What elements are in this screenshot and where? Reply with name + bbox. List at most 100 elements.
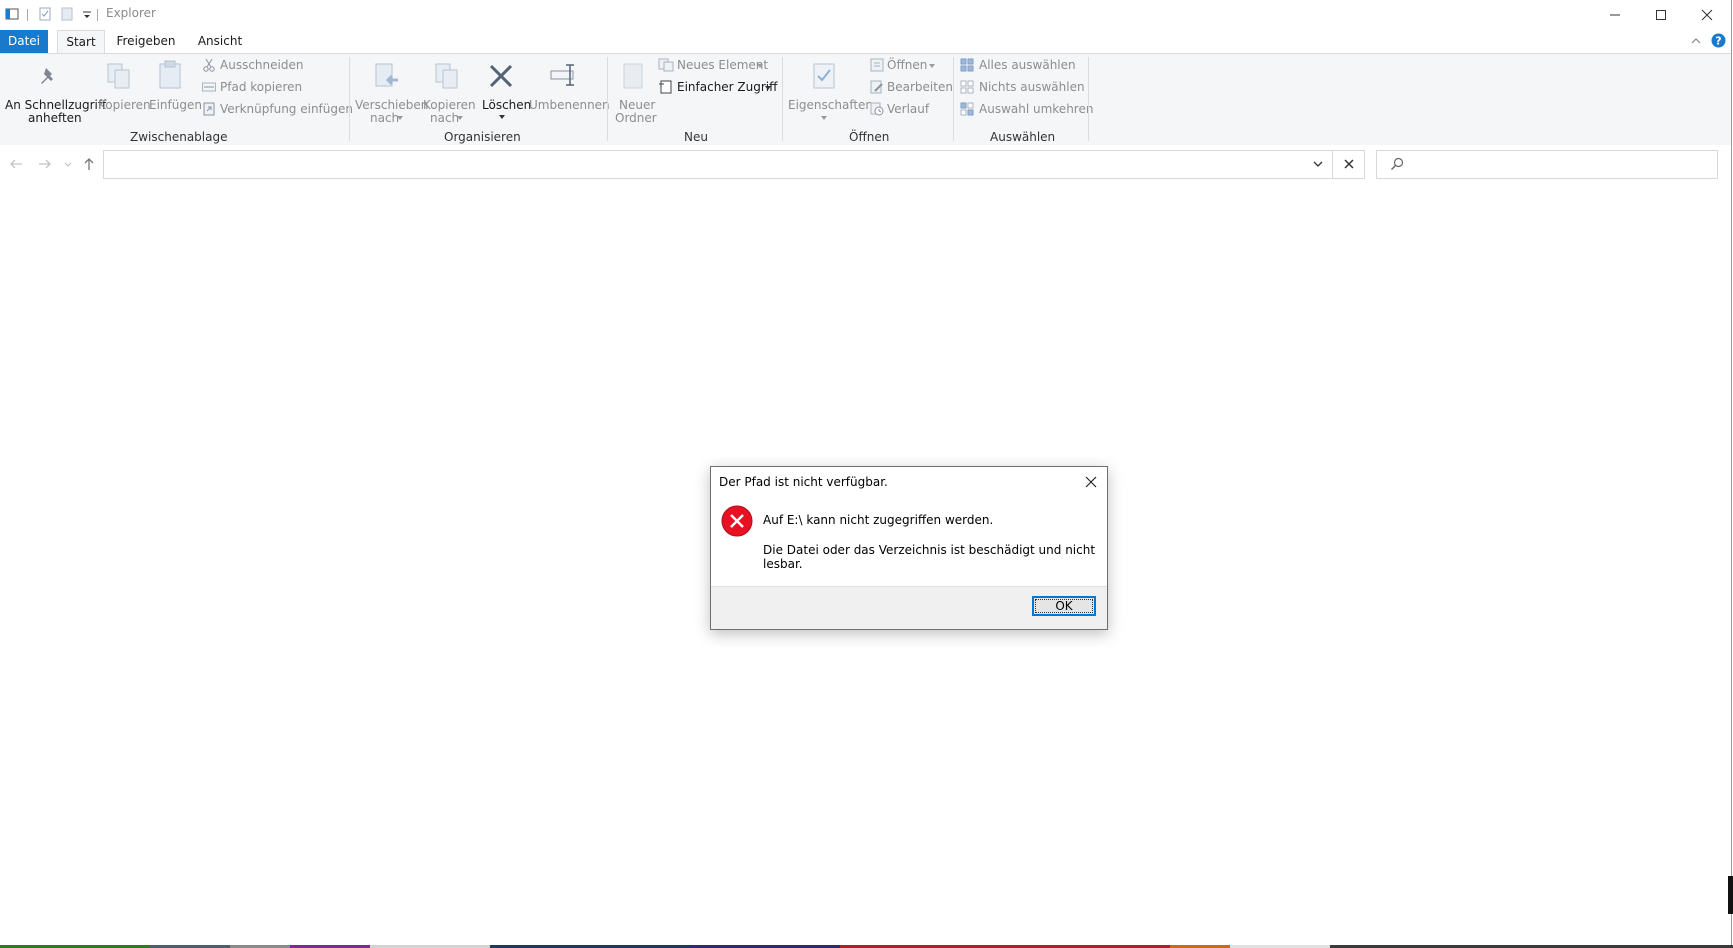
back-arrow-icon[interactable] (9, 158, 23, 170)
delete-icon (489, 64, 513, 88)
delete-button[interactable]: Löschen (478, 56, 531, 126)
copy-to-label-2: nach (430, 111, 460, 125)
new-item-button[interactable]: Neues Element (658, 57, 778, 75)
rename-icon (550, 64, 574, 86)
chevron-down-icon (457, 116, 463, 120)
copy-to-button[interactable]: Kopieren nach (420, 56, 476, 126)
svg-text:?: ? (1715, 35, 1721, 48)
error-icon (721, 505, 753, 537)
easy-access-label: Einfacher Zugriff (677, 80, 778, 94)
pin-quick-access-button[interactable]: An Schnellzugriff anheften (2, 56, 106, 126)
cut-button[interactable]: Ausschneiden (202, 57, 342, 75)
new-folder-quick-icon[interactable] (60, 7, 74, 21)
pin-label-2: anheften (28, 111, 82, 125)
properties-button[interactable]: Eigenschaften (786, 56, 873, 126)
copy-to-icon (435, 63, 458, 89)
explorer-app-icon[interactable] (5, 7, 19, 21)
tab-freigeben[interactable]: Freigeben (113, 30, 179, 53)
forward-arrow-icon[interactable] (38, 158, 52, 170)
maximize-icon (1656, 10, 1666, 20)
group-separator (1088, 57, 1089, 141)
open-button[interactable]: Öffnen (870, 57, 950, 75)
edit-button[interactable]: Bearbeiten (870, 79, 953, 97)
open-label: Öffnen (887, 58, 928, 72)
move-to-label: Verschieben (355, 98, 429, 112)
search-icon (1391, 157, 1404, 170)
cut-label: Ausschneiden (220, 58, 304, 72)
copy-path-button[interactable]: Pfad kopieren (202, 79, 342, 97)
close-icon (1085, 476, 1097, 488)
navigation-bar (0, 145, 1731, 181)
chevron-down-icon (765, 86, 771, 90)
title-bar: Explorer (0, 0, 1731, 30)
collapse-ribbon-icon[interactable] (1690, 35, 1702, 47)
history-button[interactable]: Verlauf (870, 101, 950, 119)
ribbon-tabs: Datei Start Freigeben Ansicht ? (0, 30, 1731, 54)
close-window-button[interactable] (1684, 0, 1730, 30)
help-icon[interactable]: ? (1711, 33, 1726, 48)
dialog-detail: Die Datei oder das Verzeichnis ist besch… (763, 543, 1096, 571)
recent-locations-icon[interactable] (64, 162, 72, 167)
edit-label: Bearbeiten (887, 80, 953, 94)
error-dialog: Der Pfad ist nicht verfügbar. Auf E:\ ka… (710, 466, 1108, 630)
paste-shortcut-label: Verknüpfung einfügen (220, 102, 353, 116)
background-edge (1728, 876, 1733, 914)
group-separator (607, 57, 608, 141)
move-to-label-2: nach (370, 111, 400, 125)
dialog-close-button[interactable] (1081, 472, 1101, 492)
tab-ansicht[interactable]: Ansicht (193, 30, 247, 53)
search-input[interactable] (1376, 150, 1718, 179)
address-bar[interactable] (103, 150, 1365, 179)
paste-shortcut-button[interactable]: Verknüpfung einfügen (202, 101, 353, 119)
group-label-organize: Organisieren (444, 130, 521, 144)
easy-access-button[interactable]: Einfacher Zugriff (658, 79, 778, 97)
history-icon (870, 102, 884, 116)
chevron-down-icon (821, 116, 827, 120)
group-label-select: Auswählen (990, 130, 1056, 144)
open-icon (870, 58, 884, 72)
title-divider (97, 9, 98, 21)
up-arrow-icon[interactable] (83, 157, 95, 171)
select-all-icon (960, 58, 974, 72)
select-none-button[interactable]: Nichts auswählen (960, 79, 1088, 97)
copy-button[interactable]: Kopieren (96, 56, 151, 126)
new-folder-label: Neuer (619, 98, 656, 112)
group-label-clipboard: Zwischenablage (130, 130, 228, 144)
chevron-down-icon (929, 64, 935, 68)
dialog-footer: OK (711, 586, 1107, 629)
chevron-down-icon (757, 64, 763, 68)
pin-icon (41, 68, 53, 84)
dialog-message: Auf E:\ kann nicht zugegriffen werden. (763, 513, 994, 527)
new-folder-label-2: Ordner (615, 111, 657, 125)
new-folder-button[interactable]: Neuer Ordner (612, 56, 657, 126)
move-to-button[interactable]: Verschieben nach (354, 56, 428, 126)
select-all-button[interactable]: Alles auswählen (960, 57, 1088, 75)
ok-button[interactable]: OK (1032, 596, 1096, 616)
tab-datei[interactable]: Datei (0, 30, 48, 53)
minimize-button[interactable] (1592, 0, 1638, 30)
copy-to-label: Kopieren (423, 98, 476, 112)
chevron-down-icon (499, 115, 505, 119)
properties-quick-icon[interactable] (38, 7, 52, 21)
customize-quick-access-icon[interactable] (80, 7, 94, 21)
new-item-icon (658, 58, 674, 72)
select-all-label: Alles auswählen (979, 58, 1076, 72)
history-label: Verlauf (887, 102, 930, 116)
paste-button[interactable]: Einfügen (146, 56, 202, 126)
copy-label: Kopieren (98, 98, 151, 112)
rename-button[interactable]: Umbenennen (528, 56, 610, 126)
invert-selection-label: Auswahl umkehren (979, 102, 1094, 116)
minimize-icon (1610, 14, 1620, 16)
clear-address-icon[interactable] (1344, 159, 1354, 169)
chevron-down-icon[interactable] (1313, 161, 1323, 167)
tab-start[interactable]: Start (57, 30, 105, 54)
group-separator (782, 57, 783, 141)
scissors-icon (203, 58, 215, 72)
paste-shortcut-icon (203, 102, 215, 116)
copy-path-icon (202, 82, 216, 92)
invert-selection-button[interactable]: Auswahl umkehren (960, 101, 1093, 119)
invert-selection-icon (960, 102, 974, 116)
properties-icon (813, 63, 835, 89)
maximize-button[interactable] (1638, 0, 1684, 30)
paste-label: Einfügen (149, 98, 202, 112)
